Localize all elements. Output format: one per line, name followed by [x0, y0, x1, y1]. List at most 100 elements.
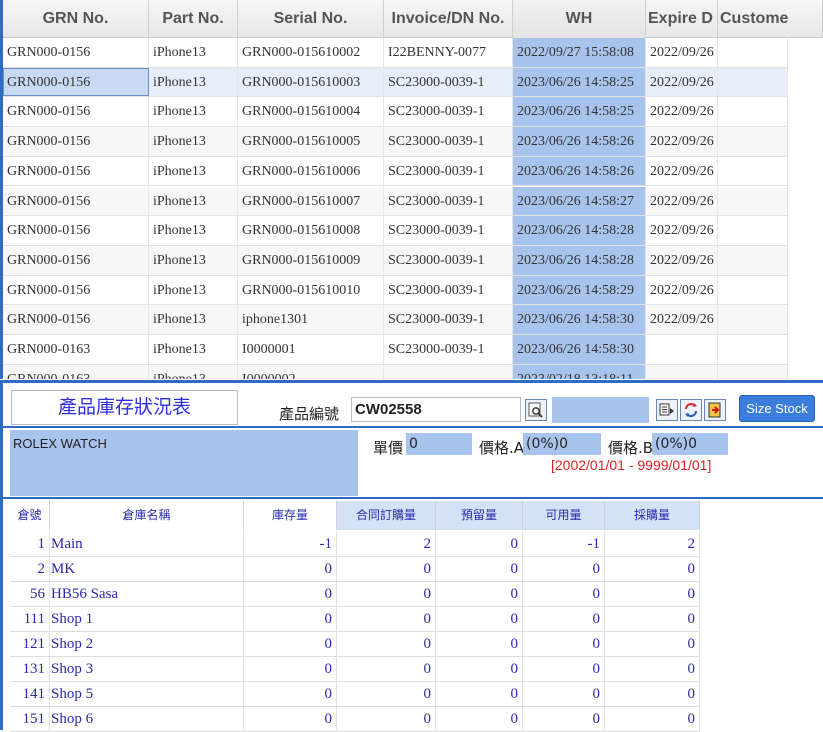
wh-cell[interactable]: 2023/02/18 13:18:11: [513, 364, 646, 379]
stock-qty-cell[interactable]: 0: [244, 557, 337, 582]
customer-cell[interactable]: [718, 97, 788, 127]
invoice-no-cell[interactable]: SC23000-0039-1: [384, 156, 513, 186]
stock-table-row[interactable]: 131 Shop 300000: [10, 657, 700, 682]
part-no-cell[interactable]: iPhone13: [149, 186, 238, 216]
reserved-qty-cell[interactable]: 0: [436, 657, 523, 682]
customer-cell[interactable]: [718, 305, 788, 334]
reserved-qty-cell[interactable]: 0: [436, 707, 523, 732]
grn-no-cell[interactable]: GRN000-0156: [3, 186, 149, 216]
purchase-qty-cell[interactable]: 0: [605, 632, 700, 657]
part-no-cell[interactable]: iPhone13: [149, 305, 238, 334]
part-no-cell[interactable]: iPhone13: [149, 245, 238, 275]
purchase-qty-cell[interactable]: 0: [605, 657, 700, 682]
product-name-field[interactable]: [552, 397, 649, 423]
available-qty-cell[interactable]: 0: [523, 707, 605, 732]
wh-cell[interactable]: 2023/06/26 14:58:30: [513, 305, 646, 334]
serial-no-cell[interactable]: GRN000-015610009: [238, 245, 384, 275]
customer-cell[interactable]: [718, 186, 788, 216]
grn-no-cell[interactable]: GRN000-0163: [3, 335, 149, 364]
stock-qty-cell[interactable]: 0: [244, 607, 337, 632]
size-stock-button[interactable]: Size Stock: [739, 395, 815, 422]
expire-date-cell[interactable]: 2022/09/26: [646, 275, 718, 305]
expire-date-cell[interactable]: [646, 364, 718, 379]
customer-cell[interactable]: [718, 245, 788, 275]
product-description[interactable]: ROLEX WATCH: [10, 430, 358, 496]
stock-qty-cell[interactable]: 0: [244, 632, 337, 657]
warehouse-no-cell[interactable]: 131: [10, 657, 50, 682]
available-qty-cell[interactable]: 0: [523, 582, 605, 607]
warehouse-no-cell[interactable]: 151: [10, 707, 50, 732]
col-header-invoice-no[interactable]: Invoice/DN No.: [384, 0, 513, 38]
col-header-expire-date[interactable]: Expire D: [646, 0, 718, 38]
warehouse-no-cell[interactable]: 141: [10, 682, 50, 707]
grn-no-cell[interactable]: GRN000-0156: [3, 156, 149, 186]
stock-table-row[interactable]: 111 Shop 100000: [10, 607, 700, 632]
col-header-part-no[interactable]: Part No.: [149, 0, 238, 38]
reserved-qty-cell[interactable]: 0: [436, 682, 523, 707]
contract-order-qty-cell[interactable]: 0: [337, 707, 436, 732]
warehouse-name-cell[interactable]: MK: [50, 557, 244, 582]
col-header-purchase-qty[interactable]: 採購量: [605, 501, 700, 530]
part-no-cell[interactable]: iPhone13: [149, 38, 238, 67]
part-no-cell[interactable]: iPhone13: [149, 275, 238, 305]
invoice-no-cell[interactable]: SC23000-0039-1: [384, 67, 513, 97]
grn-no-cell[interactable]: GRN000-0156: [3, 127, 149, 156]
contract-order-qty-cell[interactable]: 0: [337, 682, 436, 707]
wh-cell[interactable]: 2023/06/26 14:58:28: [513, 245, 646, 275]
purchase-qty-cell[interactable]: 0: [605, 557, 700, 582]
contract-order-qty-cell[interactable]: 0: [337, 632, 436, 657]
warehouse-no-cell[interactable]: 121: [10, 632, 50, 657]
expire-date-cell[interactable]: 2022/09/26: [646, 156, 718, 186]
stock-table-row[interactable]: 141 Shop 500000: [10, 682, 700, 707]
serial-no-cell[interactable]: GRN000-015610003: [238, 67, 384, 97]
stock-table-row[interactable]: 151 Shop 600000: [10, 707, 700, 732]
part-no-cell[interactable]: iPhone13: [149, 335, 238, 364]
customer-cell[interactable]: [718, 216, 788, 245]
wh-cell[interactable]: 2023/06/26 14:58:28: [513, 216, 646, 245]
col-header-contract-order-qty[interactable]: 合同訂購量: [337, 501, 436, 530]
customer-cell[interactable]: [718, 127, 788, 156]
serial-no-cell[interactable]: GRN000-015610002: [238, 38, 384, 67]
col-header-warehouse-name[interactable]: 倉庫名稱: [50, 501, 244, 530]
contract-order-qty-cell[interactable]: 0: [337, 582, 436, 607]
invoice-no-cell[interactable]: SC23000-0039-1: [384, 335, 513, 364]
invoice-no-cell[interactable]: SC23000-0039-1: [384, 97, 513, 127]
customer-cell[interactable]: [718, 67, 788, 97]
serial-no-cell[interactable]: GRN000-015610005: [238, 127, 384, 156]
grn-table-row[interactable]: GRN000-0163iPhone13I0000002 2023/02/18 13…: [3, 364, 788, 379]
part-no-cell[interactable]: iPhone13: [149, 216, 238, 245]
grn-no-cell[interactable]: GRN000-0156: [3, 67, 149, 97]
col-header-warehouse-no[interactable]: 倉號: [10, 501, 50, 530]
expire-date-cell[interactable]: [646, 335, 718, 364]
grn-no-cell[interactable]: GRN000-0156: [3, 305, 149, 334]
grn-table-row[interactable]: GRN000-0156 iPhone13 iphone1301 SC23000-003…: [3, 305, 788, 335]
serial-no-cell[interactable]: GRN000-015610008: [238, 216, 384, 245]
warehouse-name-cell[interactable]: HB56 Sasa: [50, 582, 244, 607]
expire-date-cell[interactable]: 2022/09/26: [646, 216, 718, 245]
expire-date-cell[interactable]: 2022/09/26: [646, 127, 718, 156]
grn-no-cell[interactable]: GRN000-0163: [3, 364, 149, 379]
invoice-no-cell[interactable]: SC23000-0039-1: [384, 275, 513, 305]
invoice-no-cell[interactable]: SC23000-0039-1: [384, 216, 513, 245]
grn-table-row[interactable]: GRN000-0156 iPhone13 GRN000-015610010 SC230…: [3, 275, 788, 306]
expire-date-cell[interactable]: 2022/09/26: [646, 186, 718, 216]
stock-qty-cell[interactable]: 0: [244, 707, 337, 732]
grn-no-cell[interactable]: GRN000-0156: [3, 97, 149, 127]
col-header-available-qty[interactable]: 可用量: [523, 501, 605, 530]
reserved-qty-cell[interactable]: 0: [436, 632, 523, 657]
serial-no-cell[interactable]: I0000002: [238, 364, 384, 379]
grn-table-row[interactable]: GRN000-0156 iPhone13 GRN000-015610006 SC230…: [3, 156, 788, 187]
serial-no-cell[interactable]: GRN000-015610004: [238, 97, 384, 127]
available-qty-cell[interactable]: 0: [523, 607, 605, 632]
grn-no-cell[interactable]: GRN000-0156: [3, 216, 149, 245]
customer-cell[interactable]: [718, 275, 788, 305]
customer-cell[interactable]: [718, 38, 788, 67]
warehouse-name-cell[interactable]: Shop 5: [50, 682, 244, 707]
unit-price-field[interactable]: 0: [406, 433, 472, 455]
contract-order-qty-cell[interactable]: 0: [337, 607, 436, 632]
wh-cell[interactable]: 2023/06/26 14:58:25: [513, 67, 646, 97]
invoice-no-cell[interactable]: SC23000-0039-1: [384, 127, 513, 156]
expire-date-cell[interactable]: 2022/09/26: [646, 305, 718, 334]
stock-qty-cell[interactable]: -1: [244, 532, 337, 557]
col-header-reserved-qty[interactable]: 預留量: [436, 501, 523, 530]
